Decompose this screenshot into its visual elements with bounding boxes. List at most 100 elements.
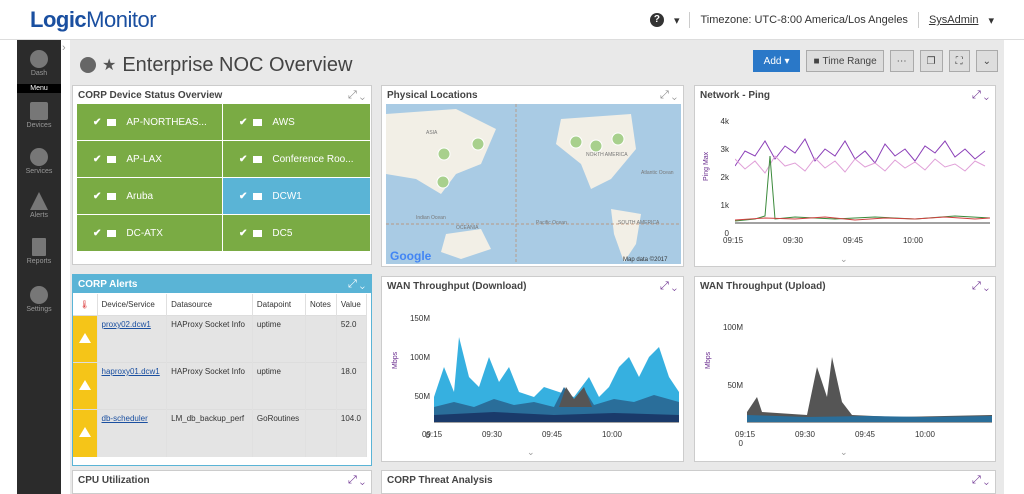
y-axis-title: Ping Max [703, 151, 710, 181]
sidebar-item-dash[interactable]: Dash [17, 50, 61, 77]
add-button[interactable]: Add ▾ [752, 50, 801, 72]
device-link[interactable]: haproxy01.dcw1 [102, 367, 160, 376]
status-tile[interactable]: ✔ AWS [223, 104, 371, 141]
location-pin-icon[interactable] [589, 139, 603, 153]
x-tick: 10:00 [914, 430, 935, 439]
top-right-controls: ? ▾ Timezone: UTC-8:00 America/Los Angel… [649, 12, 994, 28]
divider [917, 12, 919, 28]
widget-controls[interactable]: ⤢ ⌄ [972, 89, 989, 102]
download-chart [434, 337, 679, 423]
user-menu[interactable]: SysAdmin [929, 14, 979, 26]
help-chevron-down-icon[interactable]: ▾ [674, 14, 680, 27]
chevron-down-icon: ⌄ [982, 55, 991, 67]
widget-controls[interactable]: ⤢ ⌄ [660, 89, 677, 102]
datasource-cell: HAProxy Socket Info [166, 362, 253, 410]
user-chevron-down-icon[interactable]: ▾ [988, 14, 994, 27]
y-tick: 50M [414, 392, 430, 401]
severity-cell [73, 409, 98, 457]
divider [689, 12, 691, 28]
value-cell: 52.0 [336, 315, 368, 363]
y-tick: 2k [720, 173, 729, 182]
status-tile[interactable]: ✔ AP-NORTHEAS... [77, 104, 223, 141]
main-area: ★ Enterprise NOC Overview Add ▾ ■ Time Ran… [70, 40, 1004, 494]
notes-cell [305, 362, 337, 410]
location-pin-icon[interactable] [611, 132, 625, 146]
widget-controls[interactable]: ⤢ ⌄ [972, 474, 989, 487]
status-tile[interactable]: ✔ Aruba [77, 178, 223, 215]
status-tile[interactable]: ✔ DC-ATX [77, 215, 223, 252]
y-tick: 4k [720, 117, 729, 126]
sidebar-item-settings[interactable]: Settings [17, 286, 61, 313]
column-header[interactable]: Device/Service [97, 294, 168, 316]
location-pin-icon[interactable] [436, 175, 450, 189]
location-pin-icon[interactable] [569, 135, 583, 149]
column-header[interactable]: Value [336, 294, 368, 316]
x-axis: 09:15 09:30 09:45 10:00 [422, 430, 682, 439]
location-pin-icon[interactable] [471, 137, 485, 151]
status-tile[interactable]: ✔ DCW1 [223, 178, 371, 215]
folder-icon [107, 192, 117, 200]
warning-icon [78, 380, 91, 390]
x-tick: 10:00 [601, 430, 622, 439]
globe-icon [80, 57, 96, 73]
star-icon[interactable]: ★ [102, 55, 116, 75]
widget-controls[interactable]: ⤢ ⌄ [348, 89, 365, 102]
chevron-down-icon: ▾ [784, 55, 790, 67]
warning-icon [78, 427, 91, 438]
x-tick: 09:45 [541, 430, 562, 439]
expand-chevron-icon[interactable]: ⌄ [527, 447, 535, 458]
folder-icon [107, 155, 117, 163]
device-link[interactable]: db-scheduler [102, 414, 148, 423]
table-row[interactable]: proxy02.dcw1 HAProxy Socket Info uptime … [73, 315, 368, 363]
map-widget: Physical Locations ⤢ ⌄ ASIA NORTH AMERIC… [381, 85, 684, 267]
world-map[interactable]: ASIA NORTH AMERICA SOUTH AMERICA OCEANIA… [386, 104, 681, 264]
device-link[interactable]: proxy02.dcw1 [102, 320, 151, 329]
hierarchy-button[interactable]: ⋯ [889, 50, 914, 72]
widget-controls[interactable]: ⤢ ⌄ [972, 280, 989, 293]
series-line [735, 155, 990, 222]
folder-icon [253, 192, 263, 200]
sidebar-item-services[interactable]: Services [17, 148, 61, 175]
status-tile[interactable]: ✔ AP-LAX [77, 141, 223, 178]
map-label: Indian Ocean [416, 215, 446, 221]
value-cell: 18.0 [336, 362, 368, 410]
expand-chevron-icon[interactable]: ⌄ [840, 447, 848, 458]
table-row[interactable]: db-scheduler LM_db_backup_perf GoRoutine… [73, 409, 368, 457]
clone-button[interactable]: ❐ [919, 50, 943, 72]
column-header[interactable]: Datasource [166, 294, 253, 316]
y-tick: 3k [720, 145, 729, 154]
status-tile[interactable]: ✔ Conference Roo... [223, 141, 371, 178]
column-header[interactable]: Notes [305, 294, 337, 316]
menu-label[interactable]: Menu [17, 84, 61, 93]
table-row[interactable]: haproxy01.dcw1 HAProxy Socket Info uptim… [73, 362, 368, 410]
status-tile[interactable]: ✔ DC5 [223, 215, 371, 252]
clock-icon: ■ [813, 55, 820, 67]
column-header[interactable]: Datapoint [252, 294, 306, 316]
sidebar-item-devices[interactable]: Devices [17, 102, 61, 129]
threat-widget: CORP Threat Analysis ⤢ ⌄ [381, 470, 996, 494]
map-label: OCEANIA [456, 225, 479, 231]
alerts-widget: CORP Alerts ⤢ ⌄ 🌡 Device/Service Datasou… [72, 274, 372, 466]
expand-chevron-icon[interactable]: ⌄ [840, 254, 848, 265]
more-button[interactable]: ⌄ [975, 50, 998, 72]
logo[interactable]: LogicMonitor [30, 7, 157, 33]
notes-cell [305, 315, 337, 363]
fullscreen-button[interactable]: ⛶ [948, 50, 970, 72]
check-icon: ✔ [239, 228, 248, 239]
help-icon[interactable]: ? [649, 13, 664, 27]
x-axis: 09:15 09:30 09:45 10:00 [723, 236, 983, 245]
time-range-button[interactable]: ■ Time Range [806, 50, 884, 72]
folder-icon [253, 118, 263, 126]
widget-controls[interactable]: ⤢ ⌄ [348, 278, 365, 291]
location-pin-icon[interactable] [437, 147, 451, 161]
sidebar-item-reports[interactable]: Reports [17, 238, 61, 265]
widget-controls[interactable]: ⤢ ⌄ [660, 280, 677, 293]
network-ping-widget: Network - Ping ⤢ ⌄ 4k 3k 2k 1k 0 Ping Ma… [694, 85, 996, 267]
sidebar-item-alerts[interactable]: Alerts [17, 192, 61, 219]
check-icon: ✔ [93, 228, 102, 239]
value-cell: 104.0 [336, 409, 368, 457]
widget-controls[interactable]: ⤢ ⌄ [348, 474, 365, 487]
sidebar-collapse-icon[interactable]: › [62, 42, 70, 56]
y-axis-title: Mbps [392, 351, 399, 369]
datapoint-cell: GoRoutines [252, 409, 306, 457]
